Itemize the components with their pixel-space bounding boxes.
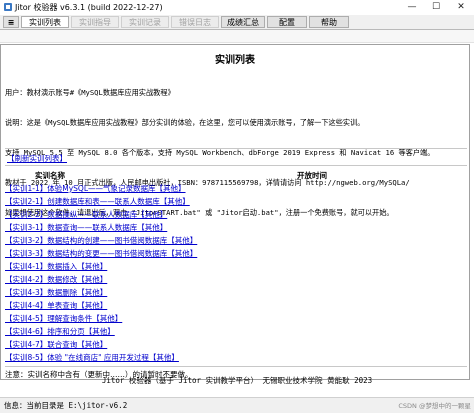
divider bbox=[5, 165, 467, 166]
refresh-list-link[interactable]: 【刷新实训列表】 bbox=[7, 153, 67, 164]
list-item[interactable]: 【实训2-1】创建数据库和表——联系人数据库【其他】 bbox=[5, 196, 205, 209]
window-controls: — ☐ ✕ bbox=[400, 0, 474, 14]
column-header-name: 实训名称 bbox=[35, 171, 65, 180]
column-header-open-time: 开放时间 bbox=[297, 171, 327, 180]
training-link[interactable]: 【实训8-5】体验 "在线商店" 应用开发过程【其他】 bbox=[5, 353, 179, 362]
list-item[interactable]: 【实训4-3】数据删除【其他】 bbox=[5, 287, 205, 300]
tab-grade-summary[interactable]: 成绩汇总 bbox=[221, 16, 265, 28]
training-link[interactable]: 【实训4-2】数据修改【其他】 bbox=[5, 275, 107, 284]
training-link[interactable]: 【实训4-4】单表查询【其他】 bbox=[5, 301, 107, 310]
status-text: 信息：当前目录是 E:\jitor-v6.2 bbox=[4, 401, 128, 410]
list-item[interactable]: 【实训3-2】数据结构的创建——图书借阅数据库【其他】 bbox=[5, 235, 205, 248]
header-strip bbox=[0, 30, 474, 43]
list-item[interactable]: 【实训2-2】数据操纵——联系人数据库【其他】 bbox=[5, 209, 205, 222]
tab-error-log[interactable]: 错误日志 bbox=[171, 16, 219, 28]
list-item[interactable]: 【实训4-2】数据修改【其他】 bbox=[5, 274, 205, 287]
tab-config[interactable]: 配置 bbox=[267, 16, 307, 28]
maximize-button[interactable]: ☐ bbox=[424, 0, 448, 14]
training-link[interactable]: 【实训4-1】数据插入【其他】 bbox=[5, 262, 107, 271]
training-list-panel: 实训列表 用户：教材演示账号#《MySQL数据库应用实战教程》 说明：这是《My… bbox=[0, 44, 470, 380]
close-button[interactable]: ✕ bbox=[448, 0, 474, 14]
list-item[interactable]: 【实训4-6】排序和分页【其他】 bbox=[5, 326, 205, 339]
main-content: 实训列表 用户：教材演示账号#《MySQL数据库应用实战教程》 说明：这是《My… bbox=[0, 30, 474, 397]
tab-training-guide[interactable]: 实训指导 bbox=[71, 16, 119, 28]
divider bbox=[5, 366, 467, 367]
training-link[interactable]: 【实训4-3】数据删除【其他】 bbox=[5, 288, 107, 297]
training-link[interactable]: 【实训4-7】联合查询【其他】 bbox=[5, 340, 107, 349]
divider bbox=[5, 148, 467, 149]
title-bar: Jitor 校验器 v6.3.1 (build 2022-12-27) — ☐ … bbox=[0, 0, 474, 14]
minimize-button[interactable]: — bbox=[400, 0, 424, 14]
list-item[interactable]: 【实训4-5】理解查询条件【其他】 bbox=[5, 313, 205, 326]
watermark: CSDN @梦想中的一颗星 bbox=[398, 402, 471, 410]
training-link[interactable]: 【实训2-2】数据操纵——联系人数据库【其他】 bbox=[5, 210, 167, 219]
training-link[interactable]: 【实训2-1】创建数据库和表——联系人数据库【其他】 bbox=[5, 197, 190, 206]
tab-help[interactable]: 帮助 bbox=[309, 16, 349, 28]
training-link[interactable]: 【实训3-1】数据查询——联系人数据库【其他】 bbox=[5, 223, 167, 232]
info-line-support: 支持 MySQL 5.5 至 MySQL 8.0 各个版本，支持 MySQL W… bbox=[5, 148, 435, 157]
list-item[interactable]: 【实训3-3】数据结构的变更——图书借阅数据库【其他】 bbox=[5, 248, 205, 261]
status-bar: 信息：当前目录是 E:\jitor-v6.2 CSDN @梦想中的一颗星 bbox=[0, 397, 474, 413]
info-line-user: 用户：教材演示账号#《MySQL数据库应用实战教程》 bbox=[5, 88, 175, 97]
training-link[interactable]: 【实训4-5】理解查询条件【其他】 bbox=[5, 314, 122, 323]
tab-training-record[interactable]: 实训记录 bbox=[121, 16, 169, 28]
training-link[interactable]: 【实训3-2】数据结构的创建——图书借阅数据库【其他】 bbox=[5, 236, 197, 245]
training-link[interactable]: 【实训3-3】数据结构的变更——图书借阅数据库【其他】 bbox=[5, 249, 197, 258]
list-item[interactable]: 【实训1-1】体验MySQL——气象记录数据库【其他】 bbox=[5, 183, 205, 196]
page-title: 实训列表 bbox=[215, 55, 255, 66]
list-item[interactable]: 【实训8-5】体验 "在线商店" 应用开发过程【其他】 bbox=[5, 352, 205, 365]
window-title: Jitor 校验器 v6.3.1 (build 2022-12-27) bbox=[15, 2, 163, 12]
footer-credit: Jitor 校验器（基于 Jitor 实训教学平台） 无锡职业技术学院 黄能耿 … bbox=[101, 376, 373, 385]
tab-bar: ≡ 实训列表 实训指导 实训记录 错误日志 成绩汇总 配置 帮助 bbox=[0, 15, 474, 30]
training-link[interactable]: 【实训4-6】排序和分页【其他】 bbox=[5, 327, 115, 336]
list-item[interactable]: 【实训4-4】单表查询【其他】 bbox=[5, 300, 205, 313]
list-item[interactable]: 【实训3-1】数据查询——联系人数据库【其他】 bbox=[5, 222, 205, 235]
app-icon bbox=[4, 3, 12, 11]
tab-training-list[interactable]: 实训列表 bbox=[21, 16, 69, 28]
list-item[interactable]: 【实训4-1】数据插入【其他】 bbox=[5, 261, 205, 274]
list-item[interactable]: 【实训4-7】联合查询【其他】 bbox=[5, 339, 205, 352]
menu-button[interactable]: ≡ bbox=[3, 16, 19, 28]
info-line-description: 说明：这是《MySQL数据库应用实战教程》部分实训的体验，在这里，您可以使用演示… bbox=[5, 118, 365, 127]
training-link[interactable]: 【实训1-1】体验MySQL——气象记录数据库【其他】 bbox=[5, 184, 186, 193]
